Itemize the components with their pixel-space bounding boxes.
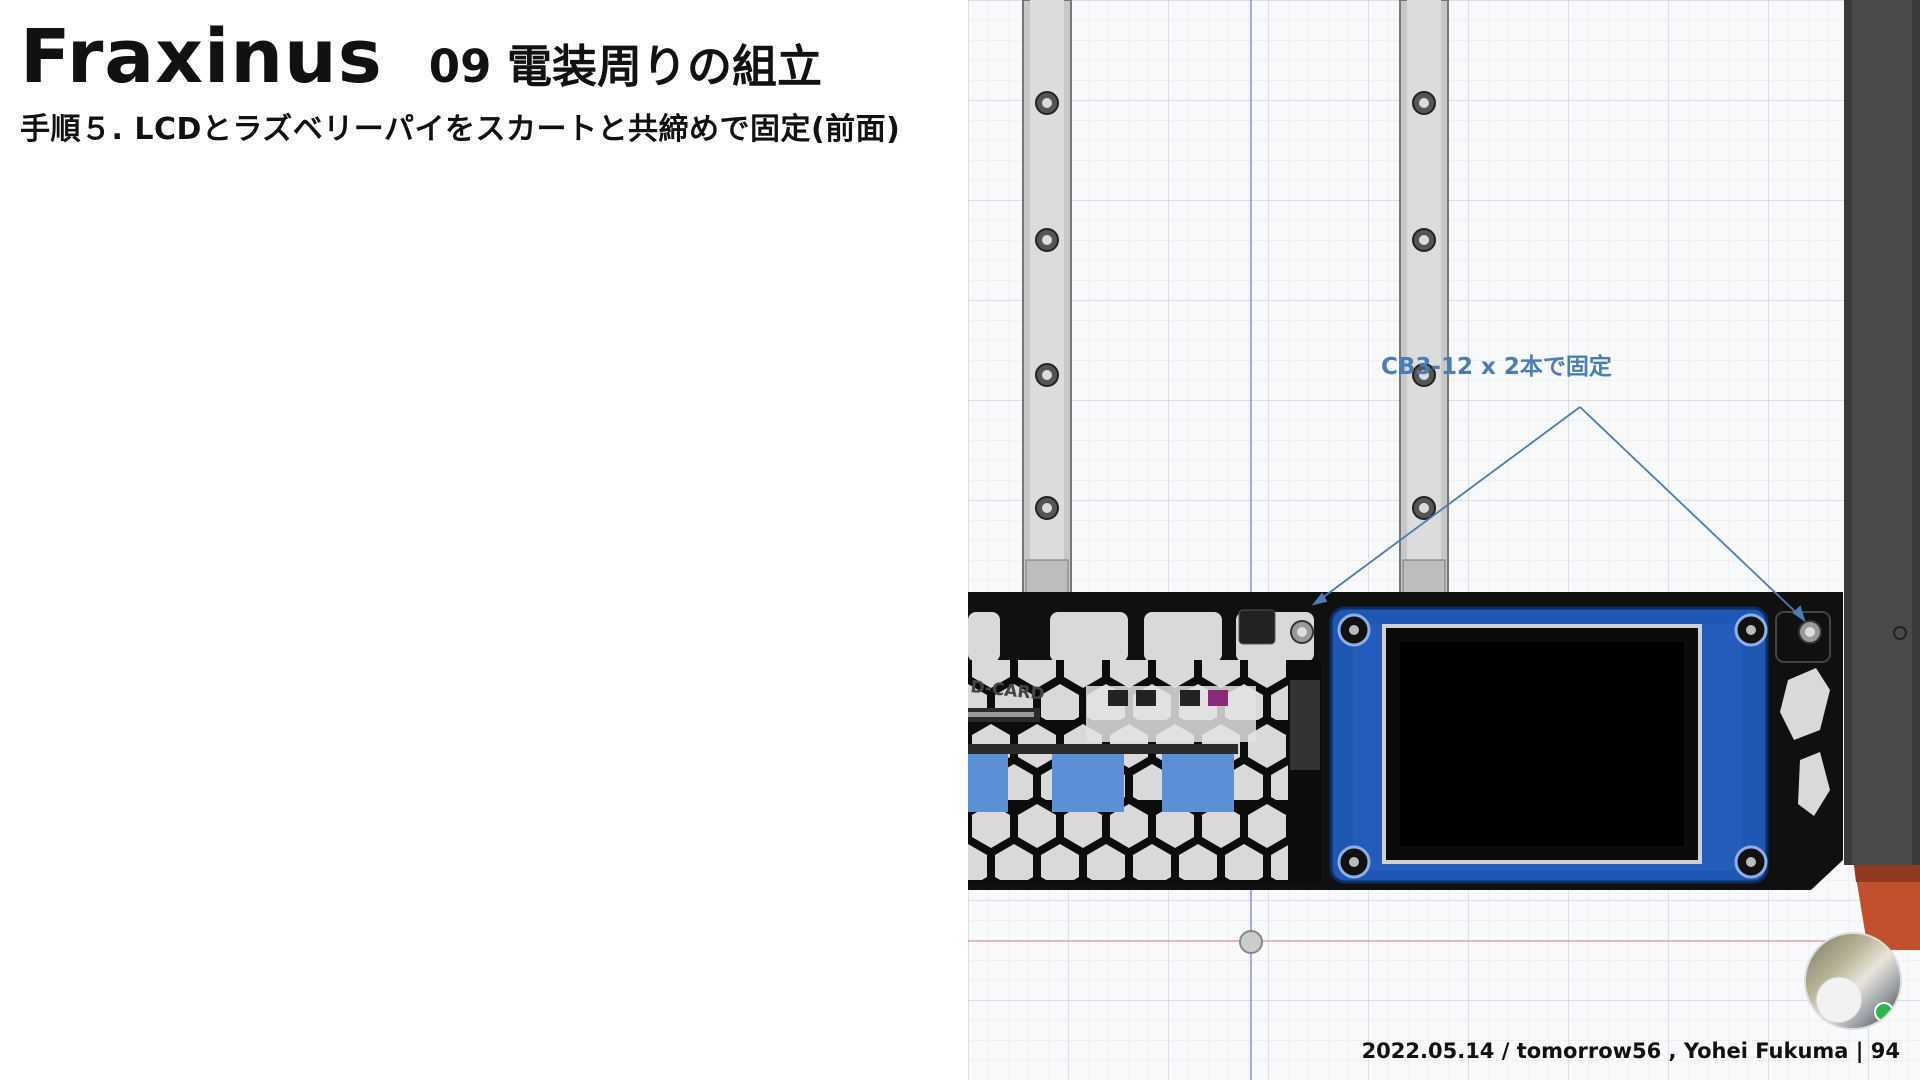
slide-header: Fraxinus 09 電装周りの組立 — [20, 14, 823, 100]
online-status-icon — [1874, 1002, 1894, 1022]
slide-footer: 2022.05.14 / tomorrow56 , Yohei Fukuma |… — [1361, 1039, 1900, 1063]
step-subtitle: 手順５. LCDとラズベリーパイをスカートと共締めで固定(前面) — [20, 112, 901, 147]
section-title: 09 電装周りの組立 — [428, 40, 823, 93]
presenter-avatar — [1804, 932, 1902, 1030]
lcd-module — [1329, 606, 1769, 884]
slide-title: Fraxinus — [20, 14, 383, 100]
callout-label: CB3-12 x 2本で固定 — [1381, 354, 1612, 380]
frame-extrusion — [1844, 0, 1920, 950]
cad-drawing: D-CARD — [968, 0, 1920, 1080]
